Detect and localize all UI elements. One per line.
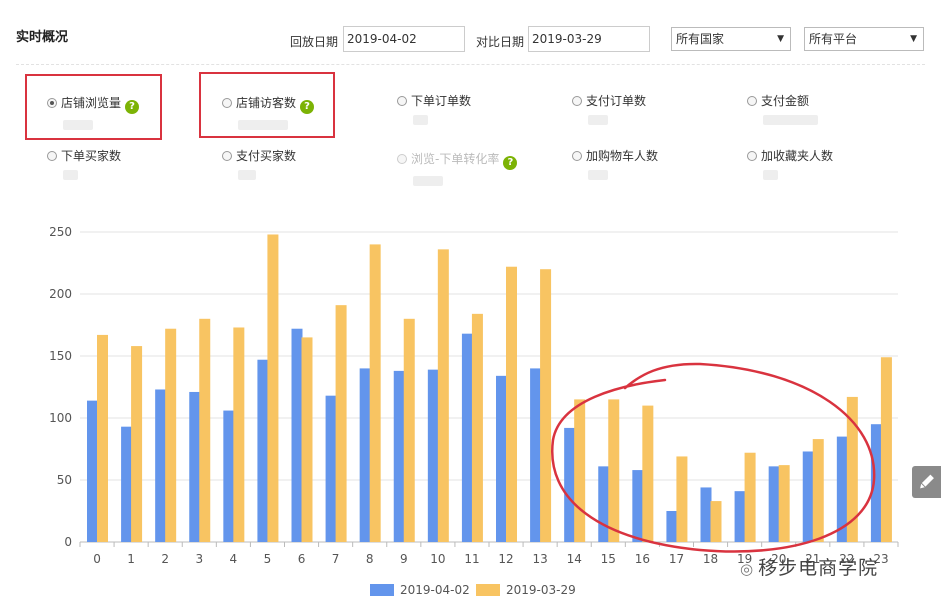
bar-series-2-18 xyxy=(710,501,722,542)
bar-series-2-10 xyxy=(437,249,449,543)
bar-series-1-10 xyxy=(427,369,439,542)
y-tick-label: 250 xyxy=(49,225,72,239)
bar-series-2-16 xyxy=(642,405,654,542)
x-tick-label: 10 xyxy=(430,552,445,566)
watermark: ◎ 移步电商学院 xyxy=(740,553,878,580)
watermark-text: 移步电商学院 xyxy=(758,557,879,579)
bar-series-1-13 xyxy=(530,368,542,542)
y-tick-label: 100 xyxy=(49,411,72,425)
bar-series-1-17 xyxy=(666,511,678,542)
x-tick-label: 12 xyxy=(498,552,513,566)
bar-series-2-7 xyxy=(335,305,347,542)
legend-swatch xyxy=(476,584,500,596)
x-tick-label: 11 xyxy=(464,552,479,566)
bar-series-1-12 xyxy=(496,375,507,542)
bar-series-1-18 xyxy=(700,487,712,542)
bar-series-1-15 xyxy=(598,466,610,542)
bar-series-2-20 xyxy=(778,465,790,542)
bar-series-1-14 xyxy=(564,427,576,542)
bar-series-1-0 xyxy=(87,400,98,542)
bar-series-2-15 xyxy=(608,399,620,542)
bar-series-2-1 xyxy=(131,346,143,542)
bar-series-2-6 xyxy=(301,337,313,542)
bar-series-1-19 xyxy=(734,491,746,542)
x-tick-label: 6 xyxy=(298,552,306,566)
bar-series-2-13 xyxy=(540,269,552,542)
bar-series-2-21 xyxy=(812,439,824,542)
x-tick-label: 17 xyxy=(669,552,684,566)
legend-label: 2019-04-02 xyxy=(400,583,470,597)
x-tick-label: 7 xyxy=(332,552,340,566)
x-tick-label: 4 xyxy=(230,552,238,566)
y-tick-label: 200 xyxy=(49,287,72,301)
bar-series-1-8 xyxy=(359,368,371,542)
bar-series-1-16 xyxy=(632,470,644,542)
bar-series-2-14 xyxy=(574,399,586,542)
x-tick-label: 3 xyxy=(195,552,203,566)
x-tick-label: 1 xyxy=(127,552,135,566)
legend-item-series-2[interactable]: 2019-03-29 xyxy=(476,583,576,597)
x-tick-label: 5 xyxy=(264,552,272,566)
bar-series-1-2 xyxy=(155,389,167,542)
x-tick-label: 16 xyxy=(635,552,650,566)
x-tick-label: 0 xyxy=(93,552,101,566)
y-tick-label: 50 xyxy=(57,473,72,487)
legend-swatch xyxy=(370,584,394,596)
pencil-icon xyxy=(920,474,934,489)
x-tick-label: 2 xyxy=(161,552,169,566)
bar-series-1-1 xyxy=(121,426,133,542)
bar-series-2-2 xyxy=(165,328,177,542)
bar-series-1-7 xyxy=(325,395,337,542)
bar-series-1-3 xyxy=(189,391,201,542)
x-tick-label: 14 xyxy=(567,552,582,566)
bar-series-1-20 xyxy=(768,466,780,542)
y-tick-label: 150 xyxy=(49,349,72,363)
wechat-icon: ◎ xyxy=(740,560,755,578)
x-tick-label: 9 xyxy=(400,552,408,566)
bar-series-2-12 xyxy=(506,266,517,542)
x-tick-label: 13 xyxy=(532,552,547,566)
legend-label: 2019-03-29 xyxy=(506,583,576,597)
legend-item-series-1[interactable]: 2019-04-02 xyxy=(370,583,470,597)
bar-series-2-19 xyxy=(744,452,756,542)
bar-series-2-9 xyxy=(403,318,415,542)
bar-series-2-23 xyxy=(880,357,892,542)
bar-series-2-3 xyxy=(199,318,211,542)
bar-series-1-11 xyxy=(461,333,473,542)
bar-chart: 0501001502002500 1 2 3 4 5 6 7 8 9 10 11 12 13 14 15 16 1… xyxy=(49,225,899,566)
bar-series-2-8 xyxy=(369,244,381,542)
bar-series-1-5 xyxy=(257,359,269,542)
bar-series-2-4 xyxy=(233,327,245,542)
bar-series-1-21 xyxy=(802,451,814,542)
bar-series-2-5 xyxy=(267,234,279,543)
bar-series-2-11 xyxy=(471,313,483,542)
x-tick-label: 18 xyxy=(703,552,718,566)
bar-series-1-9 xyxy=(393,370,405,542)
x-tick-label: 8 xyxy=(366,552,374,566)
bar-series-1-4 xyxy=(223,410,235,542)
bar-series-2-0 xyxy=(97,334,108,542)
bar-series-2-17 xyxy=(676,456,688,542)
edit-button[interactable] xyxy=(912,466,941,498)
bar-series-1-6 xyxy=(291,328,303,542)
y-tick-label: 0 xyxy=(64,535,72,549)
x-tick-label: 15 xyxy=(601,552,616,566)
